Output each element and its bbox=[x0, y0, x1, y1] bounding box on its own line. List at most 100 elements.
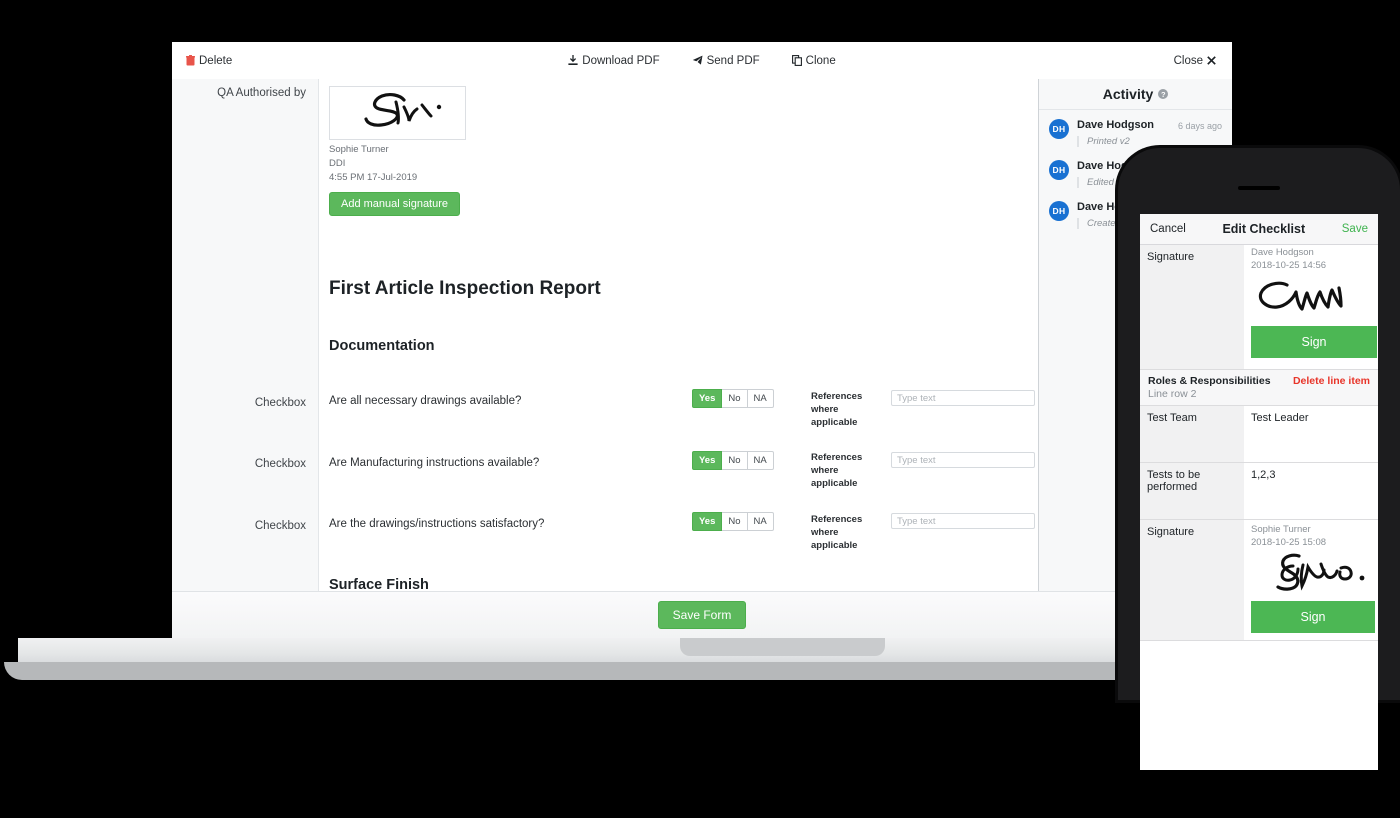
row-type-label-1: Checkbox bbox=[254, 397, 306, 409]
reference-input-1[interactable] bbox=[891, 390, 1035, 406]
phone-field-value: Test Leader bbox=[1251, 412, 1309, 424]
phone-device: Cancel Edit Checklist Save Signature Dav… bbox=[1118, 148, 1400, 818]
reference-label-3: References where applicable bbox=[811, 514, 863, 551]
save-form-button[interactable]: Save Form bbox=[657, 601, 747, 629]
send-pdf-button[interactable]: Send PDF bbox=[692, 55, 760, 67]
activity-action: Printed v2 bbox=[1077, 136, 1222, 147]
phone-signature-person: Dave Hodgson bbox=[1251, 247, 1314, 258]
toggle-no-1[interactable]: No bbox=[722, 389, 748, 409]
signature-meta: Sophie Turner DDI 4:55 PM 17-Jul-2019 bbox=[329, 143, 417, 184]
laptop-foot bbox=[4, 662, 1314, 680]
toolbar-center-group: Download PDF Send PDF Clone bbox=[172, 55, 1232, 67]
activity-title: Activity bbox=[1102, 86, 1154, 102]
work-area: QA Authorised by Checkbox Checkbox Check… bbox=[172, 79, 1232, 638]
avatar: DH bbox=[1049, 160, 1069, 180]
phone-field-key: Tests to be performed bbox=[1147, 469, 1201, 493]
signature-canvas[interactable] bbox=[329, 86, 466, 140]
row-type-label-2: Checkbox bbox=[254, 458, 306, 470]
phone-field-row[interactable]: Test Team Test Leader bbox=[1140, 406, 1378, 463]
question-text-1: Are all necessary drawings available? bbox=[329, 395, 522, 407]
form-column: Sophie Turner DDI 4:55 PM 17-Jul-2019 Ad… bbox=[319, 79, 1039, 638]
reference-input-3[interactable] bbox=[891, 513, 1035, 529]
toggle-na-3[interactable]: NA bbox=[747, 512, 774, 532]
phone-sign-button[interactable]: Sign bbox=[1251, 325, 1377, 358]
activity-item[interactable]: DH Dave Hodgson 6 days ago Printed v2 bbox=[1039, 110, 1232, 151]
yes-no-na-toggle-3[interactable]: Yes No NA bbox=[692, 512, 774, 532]
app-toolbar: Delete Download PDF Send PDF Clone Close bbox=[172, 42, 1232, 80]
toggle-yes-1[interactable]: Yes bbox=[692, 389, 723, 409]
clone-button[interactable]: Clone bbox=[791, 54, 836, 67]
phone-signature-row: Signature Sophie Turner 2018-10-25 15:08… bbox=[1140, 520, 1378, 641]
screenshot-stage: Delete Download PDF Send PDF Clone Close… bbox=[0, 0, 1400, 818]
phone-row-value-cell[interactable]: 1,2,3 bbox=[1244, 463, 1378, 519]
phone-signature-row: Signature Dave Hodgson 2018-10-25 14:56 … bbox=[1140, 245, 1378, 370]
close-x-icon bbox=[1207, 56, 1216, 65]
row-type-label-3: Checkbox bbox=[254, 520, 306, 532]
phone-section-title: Roles & Responsibilities bbox=[1148, 375, 1271, 387]
avatar: DH bbox=[1049, 119, 1069, 139]
avatar: DH bbox=[1049, 201, 1069, 221]
phone-sign-button[interactable]: Sign bbox=[1251, 600, 1375, 633]
add-manual-signature-button[interactable]: Add manual signature bbox=[329, 192, 461, 216]
phone-delete-line-item-button[interactable]: Delete line item bbox=[1293, 375, 1370, 387]
phone-signature-label: Signature bbox=[1147, 251, 1195, 263]
toggle-yes-3[interactable]: Yes bbox=[692, 512, 723, 532]
close-button[interactable]: Close bbox=[1174, 55, 1216, 67]
toggle-na-2[interactable]: NA bbox=[747, 451, 774, 471]
phone-screen: Cancel Edit Checklist Save Signature Dav… bbox=[1140, 214, 1378, 770]
phone-row-value-cell: Sophie Turner 2018-10-25 15:08 Sign bbox=[1244, 520, 1378, 640]
phone-row-key-cell: Signature bbox=[1140, 520, 1244, 640]
phone-cancel-button[interactable]: Cancel bbox=[1150, 223, 1186, 235]
phone-signature-drawing-dave bbox=[1258, 281, 1343, 311]
phone-row-value-cell[interactable]: Test Leader bbox=[1244, 406, 1378, 462]
qa-authorised-label: QA Authorised by bbox=[217, 87, 306, 99]
send-pdf-label: Send PDF bbox=[706, 54, 760, 67]
question-text-3: Are the drawings/instructions satisfacto… bbox=[329, 518, 545, 530]
phone-speaker bbox=[1238, 186, 1280, 190]
toolbar-right-group: Close bbox=[1174, 55, 1216, 67]
reference-input-2[interactable] bbox=[891, 452, 1035, 468]
reference-label-2: References where applicable bbox=[811, 452, 863, 489]
yes-no-na-toggle-2[interactable]: Yes No NA bbox=[692, 451, 774, 471]
phone-signature-timestamp: 2018-10-25 14:56 bbox=[1251, 259, 1327, 271]
add-manual-signature-wrapper: Add manual signature bbox=[329, 192, 461, 216]
question-mark-icon[interactable]: ? bbox=[1158, 89, 1169, 99]
activity-timestamp: 6 days ago bbox=[1177, 121, 1222, 131]
download-pdf-button[interactable]: Download PDF bbox=[568, 54, 660, 67]
phone-save-button[interactable]: Save bbox=[1342, 223, 1368, 235]
download-icon bbox=[568, 55, 578, 66]
phone-title: Edit Checklist bbox=[1222, 222, 1306, 236]
signature-role: DDI bbox=[329, 157, 346, 169]
toggle-na-1[interactable]: NA bbox=[747, 389, 774, 409]
form-footer: Save Form bbox=[172, 591, 1232, 638]
activity-header: Activity ? bbox=[1039, 79, 1232, 110]
phone-row-key-cell: Test Team bbox=[1140, 406, 1244, 462]
report-title: First Article Inspection Report bbox=[329, 278, 601, 299]
download-pdf-label: Download PDF bbox=[582, 54, 660, 67]
phone-section-header: Roles & Responsibilities Line row 2 Dele… bbox=[1140, 370, 1378, 406]
phone-signature-drawing-sophie bbox=[1276, 553, 1365, 591]
signature-drawing bbox=[364, 93, 442, 127]
paper-plane-icon bbox=[692, 55, 703, 66]
toggle-yes-2[interactable]: Yes bbox=[692, 451, 723, 471]
close-label: Close bbox=[1173, 54, 1203, 67]
yes-no-na-toggle-1[interactable]: Yes No NA bbox=[692, 389, 774, 409]
phone-section-subtitle: Line row 2 bbox=[1148, 388, 1197, 400]
question-text-2: Are Manufacturing instructions available… bbox=[329, 457, 540, 469]
reference-label-1: References where applicable bbox=[811, 391, 863, 428]
section-heading-documentation: Documentation bbox=[329, 338, 435, 354]
phone-field-row[interactable]: Tests to be performed 1,2,3 bbox=[1140, 463, 1378, 520]
phone-section-text-group: Roles & Responsibilities Line row 2 bbox=[1148, 375, 1271, 400]
signature-name: Sophie Turner bbox=[329, 144, 389, 155]
label-column: QA Authorised by Checkbox Checkbox Check… bbox=[172, 79, 319, 638]
phone-signature-timestamp: 2018-10-25 15:08 bbox=[1251, 536, 1327, 548]
phone-navbar: Cancel Edit Checklist Save bbox=[1140, 214, 1378, 245]
phone-home-button[interactable] bbox=[1239, 779, 1279, 818]
toggle-no-3[interactable]: No bbox=[722, 512, 748, 532]
phone-signature-person: Sophie Turner bbox=[1251, 524, 1311, 535]
phone-signature-label: Signature bbox=[1147, 526, 1195, 538]
toggle-no-2[interactable]: No bbox=[722, 451, 748, 471]
clone-label: Clone bbox=[805, 54, 836, 67]
phone-field-value: 1,2,3 bbox=[1251, 469, 1276, 481]
phone-field-key: Test Team bbox=[1147, 412, 1197, 424]
